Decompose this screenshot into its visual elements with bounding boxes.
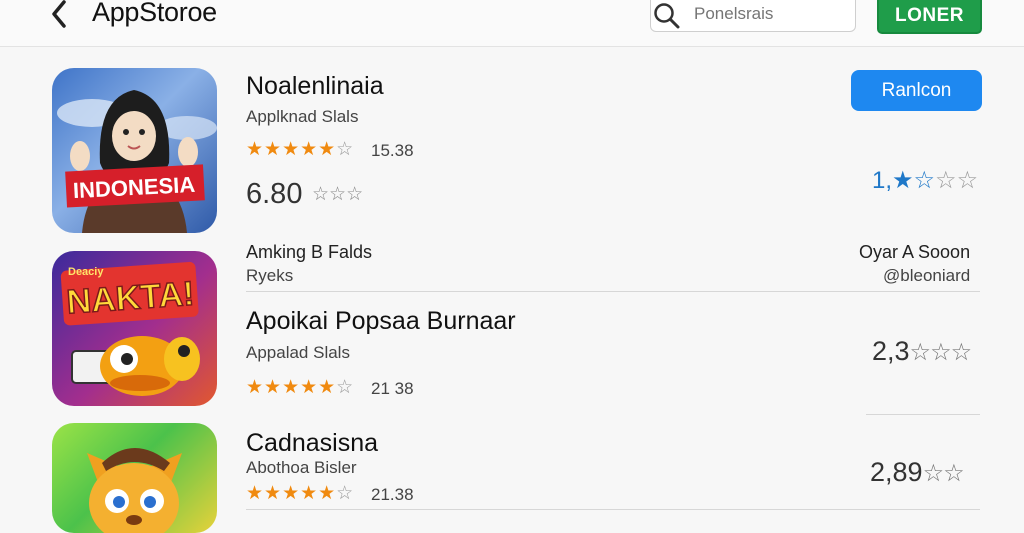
section-sub-left: Ryeks	[246, 266, 294, 285]
back-arrow-icon[interactable]	[44, 0, 74, 30]
row-divider	[246, 509, 980, 510]
search-icon[interactable]	[652, 1, 680, 29]
app-title[interactable]: Apoikai Popsaa Burnaar	[246, 307, 516, 336]
section-sub-right[interactable]: @bleoniard	[883, 266, 970, 286]
nakta-mascot-illustration: Deaciy NAKTA!	[60, 261, 200, 396]
nakta-app-icon[interactable]: Deaciy NAKTA!	[52, 251, 217, 406]
right-rating-value: 1,	[872, 167, 893, 194]
app-title[interactable]: Noalenlinaia	[246, 72, 384, 101]
section-label-right[interactable]: Oyar A Sooon	[859, 242, 970, 263]
login-button[interactable]: LONER	[877, 0, 982, 34]
section-label-left: Amking B Falds	[246, 242, 373, 262]
section-divider	[246, 291, 980, 292]
price-stars-icon: ☆☆☆	[312, 184, 364, 205]
rating-count: 15.38	[371, 141, 414, 160]
app-subtitle: Abothoa Bisler	[246, 458, 357, 477]
right-rating: 2,89☆☆	[870, 457, 965, 487]
star-rating: ★★★★★☆	[246, 139, 355, 160]
right-rating: 2,3☆☆☆	[872, 336, 972, 366]
star-rating: ★★★★★☆	[246, 377, 355, 398]
right-rating: 1,★☆☆☆	[872, 167, 979, 194]
search-input[interactable]	[694, 4, 844, 24]
fox-character-illustration	[87, 448, 182, 533]
row-divider	[866, 414, 980, 415]
star-rating: ★★★★★☆	[246, 483, 355, 504]
right-rating-value: 2,3	[872, 336, 910, 366]
app-title[interactable]: Cadnasisna	[246, 429, 378, 458]
indonesia-character-illustration: INDONESIA	[57, 90, 217, 233]
app-price: 6.80	[246, 178, 303, 210]
app-store-title: AppStoroe	[92, 0, 217, 27]
app-subtitle: Applknad Slals	[246, 107, 359, 126]
rating-count: 21.38	[371, 485, 414, 504]
right-rating-value: 2,89	[870, 457, 923, 487]
fox-app-icon[interactable]	[52, 423, 217, 533]
rating-count: 21 38	[371, 379, 414, 398]
icon-caption-text: Deaciy	[68, 266, 104, 278]
install-button[interactable]: Ranlcon	[851, 70, 982, 111]
indonesia-app-icon[interactable]: INDONESIA	[52, 68, 217, 233]
app-subtitle: Appalad Slals	[246, 343, 350, 362]
